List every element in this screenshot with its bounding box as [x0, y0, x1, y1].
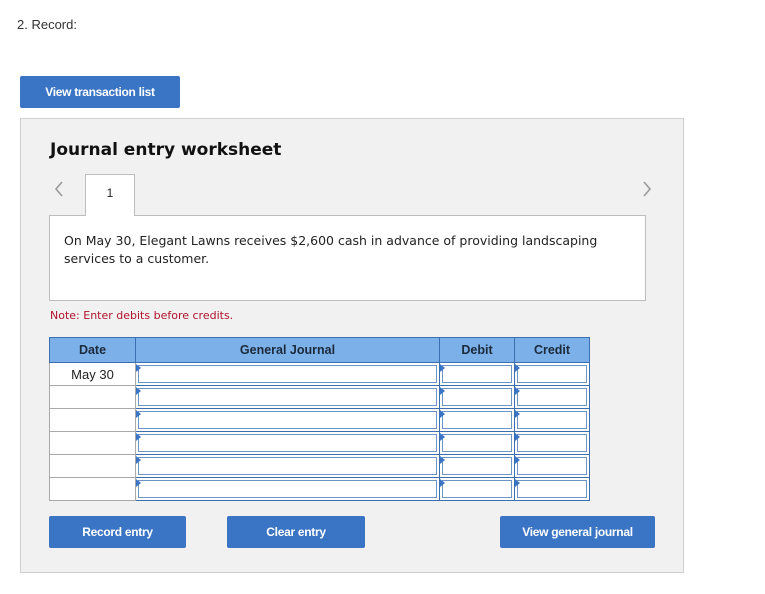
dropdown-marker-icon [515, 433, 520, 441]
account-cell [135, 385, 440, 409]
debit-cell [439, 477, 515, 501]
table-row [49, 385, 590, 409]
credit-input[interactable] [517, 411, 587, 429]
dropdown-marker-icon [440, 410, 445, 418]
account-select[interactable] [138, 365, 437, 383]
account-cell [135, 454, 440, 478]
chevron-left-icon[interactable] [49, 175, 69, 203]
dropdown-marker-icon [515, 364, 520, 372]
credit-cell [514, 454, 590, 478]
debit-input[interactable] [442, 434, 512, 452]
dropdown-marker-icon [515, 410, 520, 418]
dropdown-marker-icon [515, 479, 520, 487]
chevron-right-icon[interactable] [637, 175, 657, 203]
clear-entry-button[interactable]: Clear entry [227, 516, 365, 548]
account-select[interactable] [138, 457, 437, 475]
table-header-row: Date General Journal Debit Credit [49, 337, 590, 363]
step-label: 2. Record: [17, 17, 77, 32]
credit-cell [514, 362, 590, 386]
header-credit: Credit [514, 337, 590, 363]
dropdown-marker-icon [515, 456, 520, 464]
account-cell [135, 362, 440, 386]
view-transaction-list-button[interactable]: View transaction list [20, 76, 180, 108]
credit-input[interactable] [517, 388, 587, 406]
dropdown-marker-icon [136, 387, 141, 395]
date-cell [49, 431, 136, 455]
description-text: On May 30, Elegant Lawns receives $2,600… [64, 233, 598, 266]
table-row: May 30 [49, 362, 590, 386]
date-cell [49, 385, 136, 409]
date-cell [49, 454, 136, 478]
tab-transaction-1[interactable]: 1 [85, 174, 135, 216]
account-select[interactable] [138, 388, 437, 406]
account-select[interactable] [138, 480, 437, 498]
dropdown-marker-icon [136, 479, 141, 487]
debit-input[interactable] [442, 411, 512, 429]
dropdown-marker-icon [440, 479, 445, 487]
credit-cell [514, 408, 590, 432]
debit-cell [439, 454, 515, 478]
debit-input[interactable] [442, 388, 512, 406]
record-entry-button[interactable]: Record entry [49, 516, 186, 548]
worksheet-title: Journal entry worksheet [50, 140, 282, 160]
debit-input[interactable] [442, 480, 512, 498]
table-row [49, 431, 590, 455]
header-debit: Debit [439, 337, 515, 363]
account-cell [135, 477, 440, 501]
journal-table: Date General Journal Debit Credit May 30 [49, 337, 590, 501]
credit-cell [514, 385, 590, 409]
transaction-description: On May 30, Elegant Lawns receives $2,600… [49, 215, 646, 301]
credit-cell [514, 431, 590, 455]
dropdown-marker-icon [136, 456, 141, 464]
dropdown-marker-icon [440, 433, 445, 441]
credit-input[interactable] [517, 480, 587, 498]
debit-cell [439, 431, 515, 455]
account-select[interactable] [138, 411, 437, 429]
dropdown-marker-icon [515, 387, 520, 395]
tab-label: 1 [106, 186, 114, 200]
header-general-journal: General Journal [135, 337, 440, 363]
credit-input[interactable] [517, 457, 587, 475]
date-cell [49, 408, 136, 432]
note-text: Note: Enter debits before credits. [50, 309, 234, 322]
view-general-journal-button[interactable]: View general journal [500, 516, 655, 548]
debit-cell [439, 362, 515, 386]
table-row [49, 477, 590, 501]
account-select[interactable] [138, 434, 437, 452]
table-row [49, 454, 590, 478]
dropdown-marker-icon [440, 456, 445, 464]
credit-input[interactable] [517, 365, 587, 383]
dropdown-marker-icon [136, 410, 141, 418]
journal-entry-worksheet: Journal entry worksheet 1 On May 30, Ele… [20, 118, 684, 573]
credit-input[interactable] [517, 434, 587, 452]
header-date: Date [49, 337, 136, 363]
table-row [49, 408, 590, 432]
dropdown-marker-icon [440, 387, 445, 395]
date-cell [49, 477, 136, 501]
debit-input[interactable] [442, 365, 512, 383]
debit-cell [439, 385, 515, 409]
account-cell [135, 408, 440, 432]
credit-cell [514, 477, 590, 501]
dropdown-marker-icon [440, 364, 445, 372]
debit-input[interactable] [442, 457, 512, 475]
date-cell: May 30 [49, 362, 136, 386]
account-cell [135, 431, 440, 455]
debit-cell [439, 408, 515, 432]
dropdown-marker-icon [136, 433, 141, 441]
dropdown-marker-icon [136, 364, 141, 372]
